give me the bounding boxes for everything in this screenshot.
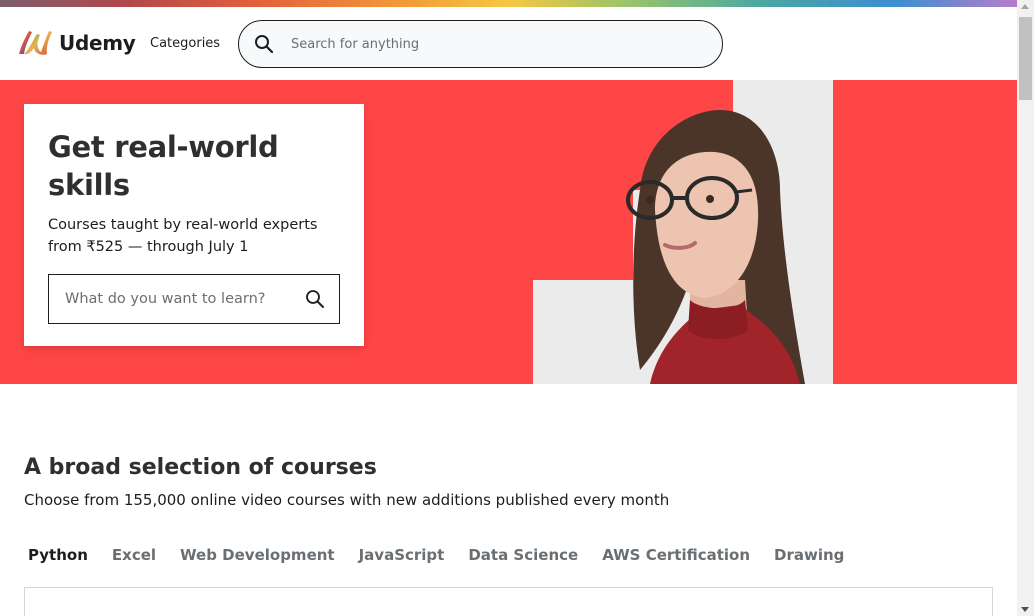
top-header: Udemy Categories Search for anything (0, 7, 1017, 80)
tab-excel[interactable]: Excel (100, 546, 168, 564)
course-category-tabs: Python Excel Web Development JavaScript … (24, 546, 856, 564)
brand-gradient-bar (0, 0, 1017, 7)
hero-search-field[interactable]: What do you want to learn? (48, 274, 340, 324)
brand-name: Udemy (59, 31, 136, 55)
tab-data-science[interactable]: Data Science (456, 546, 590, 564)
search-icon[interactable] (305, 289, 325, 309)
udemy-logo-icon (19, 31, 52, 55)
categories-menu[interactable]: Categories (150, 36, 220, 51)
header-search[interactable]: Search for anything (238, 20, 723, 68)
scroll-down-arrow-icon[interactable] (1021, 607, 1029, 612)
course-panel (24, 587, 993, 616)
courses-section-title: A broad selection of courses (24, 455, 377, 480)
tab-python[interactable]: Python (24, 546, 100, 564)
tab-aws-certification[interactable]: AWS Certification (590, 546, 762, 564)
search-icon[interactable] (254, 34, 274, 54)
hero-card: Get real-world skills Courses taught by … (24, 104, 364, 346)
tab-javascript[interactable]: JavaScript (347, 546, 457, 564)
hero-subtitle: Courses taught by real-world experts fro… (48, 217, 318, 255)
courses-section-subtitle: Choose from 155,000 online video courses… (24, 491, 670, 509)
hero-banner: Get real-world skills Courses taught by … (0, 80, 1017, 384)
hero-search-input[interactable]: What do you want to learn? (65, 291, 265, 307)
udemy-logo[interactable]: Udemy (15, 28, 136, 58)
vertical-scrollbar[interactable] (1017, 0, 1034, 616)
tab-web-development[interactable]: Web Development (168, 546, 347, 564)
scrollbar-thumb[interactable] (1019, 17, 1032, 100)
scroll-up-arrow-icon[interactable] (1021, 4, 1029, 9)
header-search-input[interactable]: Search for anything (291, 37, 419, 52)
tab-drawing[interactable]: Drawing (762, 546, 856, 564)
hero-title: Get real-world skills (48, 130, 279, 202)
